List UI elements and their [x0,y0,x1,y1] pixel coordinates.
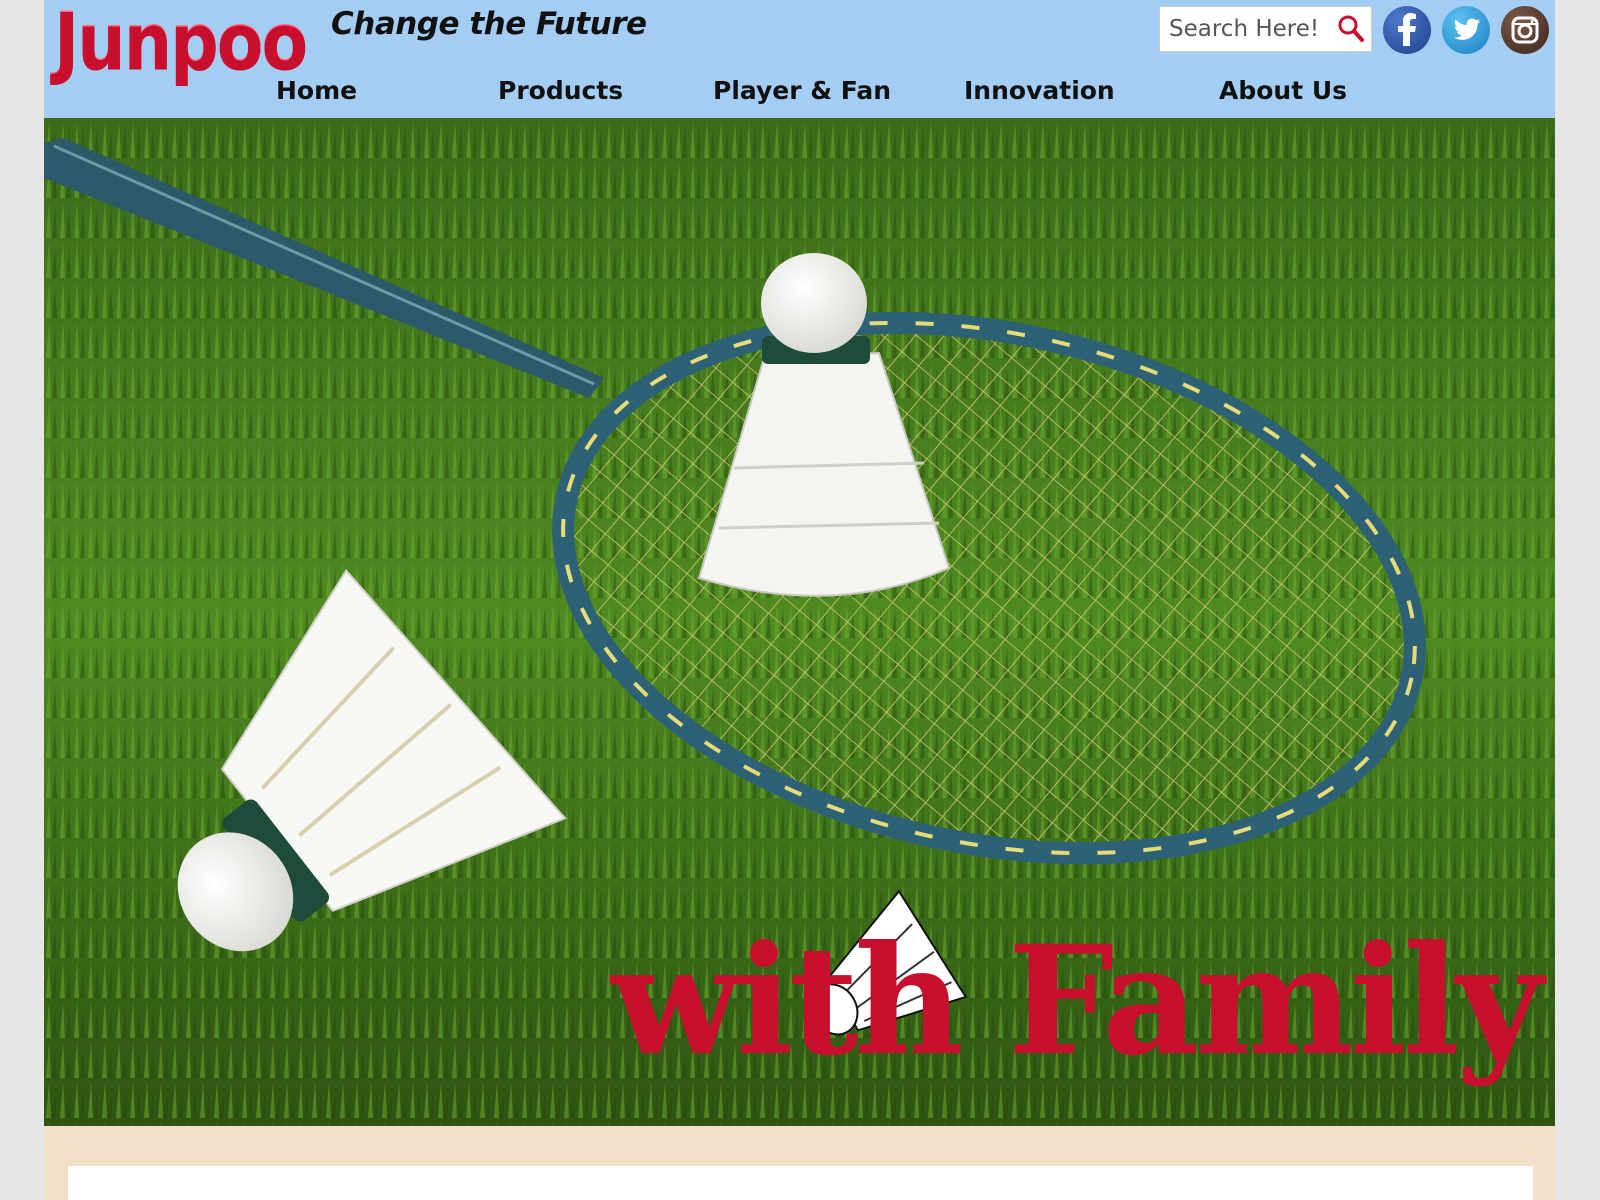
search-button[interactable] [1335,13,1367,45]
page: Junpoo Change the Future Search Here! Ho… [44,0,1555,1200]
twitter-icon [1453,18,1480,40]
nav-home[interactable]: Home [276,76,357,112]
facebook-icon [1398,13,1416,46]
search-icon [1338,15,1364,42]
content-area [68,1166,1533,1200]
hero-image: with Family [44,118,1555,1126]
instagram-button[interactable] [1501,6,1549,54]
instagram-icon [1511,16,1539,44]
nav-player-fan[interactable]: Player & Fan [713,76,891,112]
search-box [1159,6,1372,52]
nav-products[interactable]: Products [498,76,623,112]
header: Junpoo Change the Future Search Here! Ho… [44,0,1555,118]
twitter-button[interactable] [1442,6,1490,54]
facebook-button[interactable] [1383,6,1431,54]
hero-banner[interactable]: with Family [44,118,1555,1126]
tagline: Change the Future [331,6,647,42]
nav-about-us[interactable]: About Us [1219,76,1347,112]
hero-overlay-text: with Family [609,913,1547,1089]
nav-innovation[interactable]: Innovation [964,76,1115,112]
search-input[interactable] [1160,7,1330,51]
logo[interactable]: Junpoo [54,0,308,89]
